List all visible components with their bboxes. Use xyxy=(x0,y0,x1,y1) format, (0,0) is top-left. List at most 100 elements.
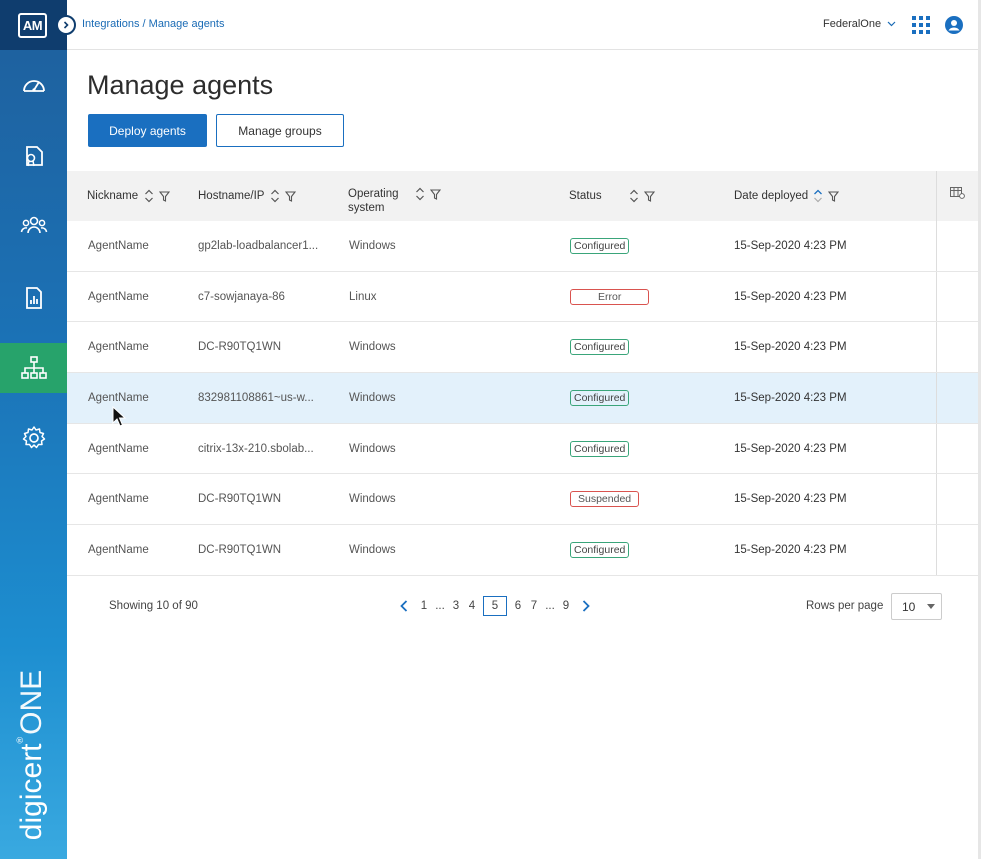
cell-date-deployed: 15-Sep-2020 4:23 PM xyxy=(734,391,847,404)
page-1-button[interactable]: 1 xyxy=(416,600,432,612)
cell-hostname: DC-R90TQ1WN xyxy=(198,543,282,556)
cell-nickname: AgentName xyxy=(88,442,149,455)
cell-status: Configured xyxy=(570,322,630,372)
sort-icon[interactable] xyxy=(629,189,639,203)
column-settings-button[interactable] xyxy=(936,171,978,221)
col-status[interactable]: Status xyxy=(569,171,655,221)
cell-date-deployed: 15-Sep-2020 4:23 PM xyxy=(734,290,847,303)
cell-hostname: gp2lab-loadbalancer1... xyxy=(198,239,319,252)
cell-nickname: AgentName xyxy=(88,341,149,354)
column-divider xyxy=(936,271,937,322)
status-badge: Configured xyxy=(570,237,630,254)
breadcrumb[interactable]: Integrations / Manage agents xyxy=(82,18,224,30)
org-name: FederalOne xyxy=(823,18,882,30)
filter-icon[interactable] xyxy=(429,188,441,200)
user-icon[interactable] xyxy=(944,15,964,35)
agents-table: Nickname Hostname/IP Operating system St… xyxy=(67,171,978,576)
cell-nickname: AgentName xyxy=(88,239,149,252)
col-os[interactable]: Operating system xyxy=(348,171,441,221)
col-hostname[interactable]: Hostname/IP xyxy=(198,171,297,221)
table-row[interactable]: AgentName citrix-13x-210.sbolab... Windows… xyxy=(67,423,978,475)
page-5-button[interactable]: 5 xyxy=(483,596,507,616)
cell-status: Error xyxy=(570,272,650,322)
cell-status: Configured xyxy=(570,525,630,575)
sidebar-item-reports[interactable] xyxy=(0,273,67,323)
table-row[interactable]: AgentName 832981108861~us-w... Windows Conf… xyxy=(67,373,978,424)
table-row[interactable]: AgentName DC-R90TQ1WN Windows Configured 15-… xyxy=(67,322,978,374)
app-window: AM digicert®ONE Integrations / Manage ag… xyxy=(0,0,981,859)
cell-os: Windows xyxy=(349,543,396,556)
sidebar-item-certificates[interactable] xyxy=(0,131,67,181)
cell-hostname: DC-R90TQ1WN xyxy=(198,341,282,354)
page-9-button[interactable]: 9 xyxy=(558,600,574,612)
status-badge: Suspended xyxy=(570,491,640,508)
next-page-button[interactable] xyxy=(578,600,594,612)
grid-icon[interactable] xyxy=(912,16,930,34)
col-hostname-label: Hostname/IP xyxy=(198,190,265,202)
table-row[interactable]: AgentName c7-sowjanaya-86 Linux Error 15-Sep… xyxy=(67,271,978,323)
cell-os: Windows xyxy=(349,341,396,354)
cell-os: Windows xyxy=(349,442,396,455)
col-nickname[interactable]: Nickname xyxy=(87,171,171,221)
chevron-left-icon xyxy=(400,600,408,612)
cell-nickname: AgentName xyxy=(88,543,149,556)
table-row[interactable]: AgentName gp2lab-loadbalancer1... Windows C… xyxy=(67,221,978,272)
filter-icon[interactable] xyxy=(828,190,840,202)
sort-icon[interactable] xyxy=(415,187,425,201)
reports-icon xyxy=(25,287,42,309)
cell-os: Windows xyxy=(349,239,396,252)
cell-date-deployed: 15-Sep-2020 4:23 PM xyxy=(734,341,847,354)
filter-icon[interactable] xyxy=(643,190,655,202)
column-divider xyxy=(936,322,937,373)
pagination-ellipsis: ... xyxy=(545,600,555,612)
manage-groups-button[interactable]: Manage groups xyxy=(216,114,344,147)
table-row[interactable]: AgentName DC-R90TQ1WN Windows Suspended 15-S… xyxy=(67,474,978,526)
page-6-button[interactable]: 6 xyxy=(510,600,526,612)
users-icon xyxy=(20,216,47,234)
pagination: 1... 3 4 5 6 7... 9 xyxy=(396,596,594,616)
col-date-deployed[interactable]: Date deployed xyxy=(734,171,840,221)
column-divider xyxy=(936,423,937,474)
page-7-button[interactable]: 7 xyxy=(526,600,542,612)
app-logo[interactable]: AM xyxy=(18,13,47,38)
cell-nickname: AgentName xyxy=(88,290,149,303)
sidebar-item-integrations[interactable] xyxy=(0,343,67,393)
column-divider xyxy=(936,221,937,271)
settings-icon xyxy=(22,426,45,449)
col-os-label: Operating system xyxy=(348,188,399,214)
filter-icon[interactable] xyxy=(159,190,171,202)
sidebar-item-dashboard[interactable] xyxy=(0,61,67,111)
cell-hostname: citrix-13x-210.sbolab... xyxy=(198,442,314,455)
table-row[interactable]: AgentName DC-R90TQ1WN Windows Configured 15-… xyxy=(67,525,978,576)
filter-icon[interactable] xyxy=(285,190,297,202)
cell-os: Windows xyxy=(349,493,396,506)
page-4-button[interactable]: 4 xyxy=(464,600,480,612)
cell-os: Linux xyxy=(349,290,377,303)
sidebar-item-settings[interactable] xyxy=(0,413,67,463)
org-switcher[interactable]: FederalOne xyxy=(823,18,896,30)
chevron-right-icon xyxy=(63,21,69,29)
sort-icon[interactable] xyxy=(270,189,280,203)
prev-page-button[interactable] xyxy=(396,600,412,612)
status-badge: Configured xyxy=(570,389,630,406)
cell-status: Configured xyxy=(570,221,630,271)
brand-logo: digicert®ONE xyxy=(15,669,48,841)
sort-icon[interactable] xyxy=(144,189,154,203)
rows-per-page-select[interactable]: 10 xyxy=(891,593,942,620)
cell-status: Configured xyxy=(570,373,630,423)
column-divider xyxy=(936,525,937,575)
column-divider xyxy=(936,474,937,525)
sidebar-item-users[interactable] xyxy=(0,201,67,251)
page-title: Manage agents xyxy=(87,70,274,100)
top-bar: Integrations / Manage agents FederalOne xyxy=(67,0,981,50)
page-3-button[interactable]: 3 xyxy=(448,600,464,612)
expand-sidebar-button[interactable] xyxy=(56,15,76,35)
cell-date-deployed: 15-Sep-2020 4:23 PM xyxy=(734,239,847,252)
status-badge: Error xyxy=(570,288,650,305)
deploy-agents-button[interactable]: Deploy agents xyxy=(88,114,207,147)
cell-hostname: 832981108861~us-w... xyxy=(198,391,314,404)
sort-icon[interactable] xyxy=(813,189,823,203)
showing-count: Showing 10 of 90 xyxy=(109,600,198,612)
dashboard-icon xyxy=(22,80,45,92)
col-date-label: Date deployed xyxy=(734,190,809,202)
